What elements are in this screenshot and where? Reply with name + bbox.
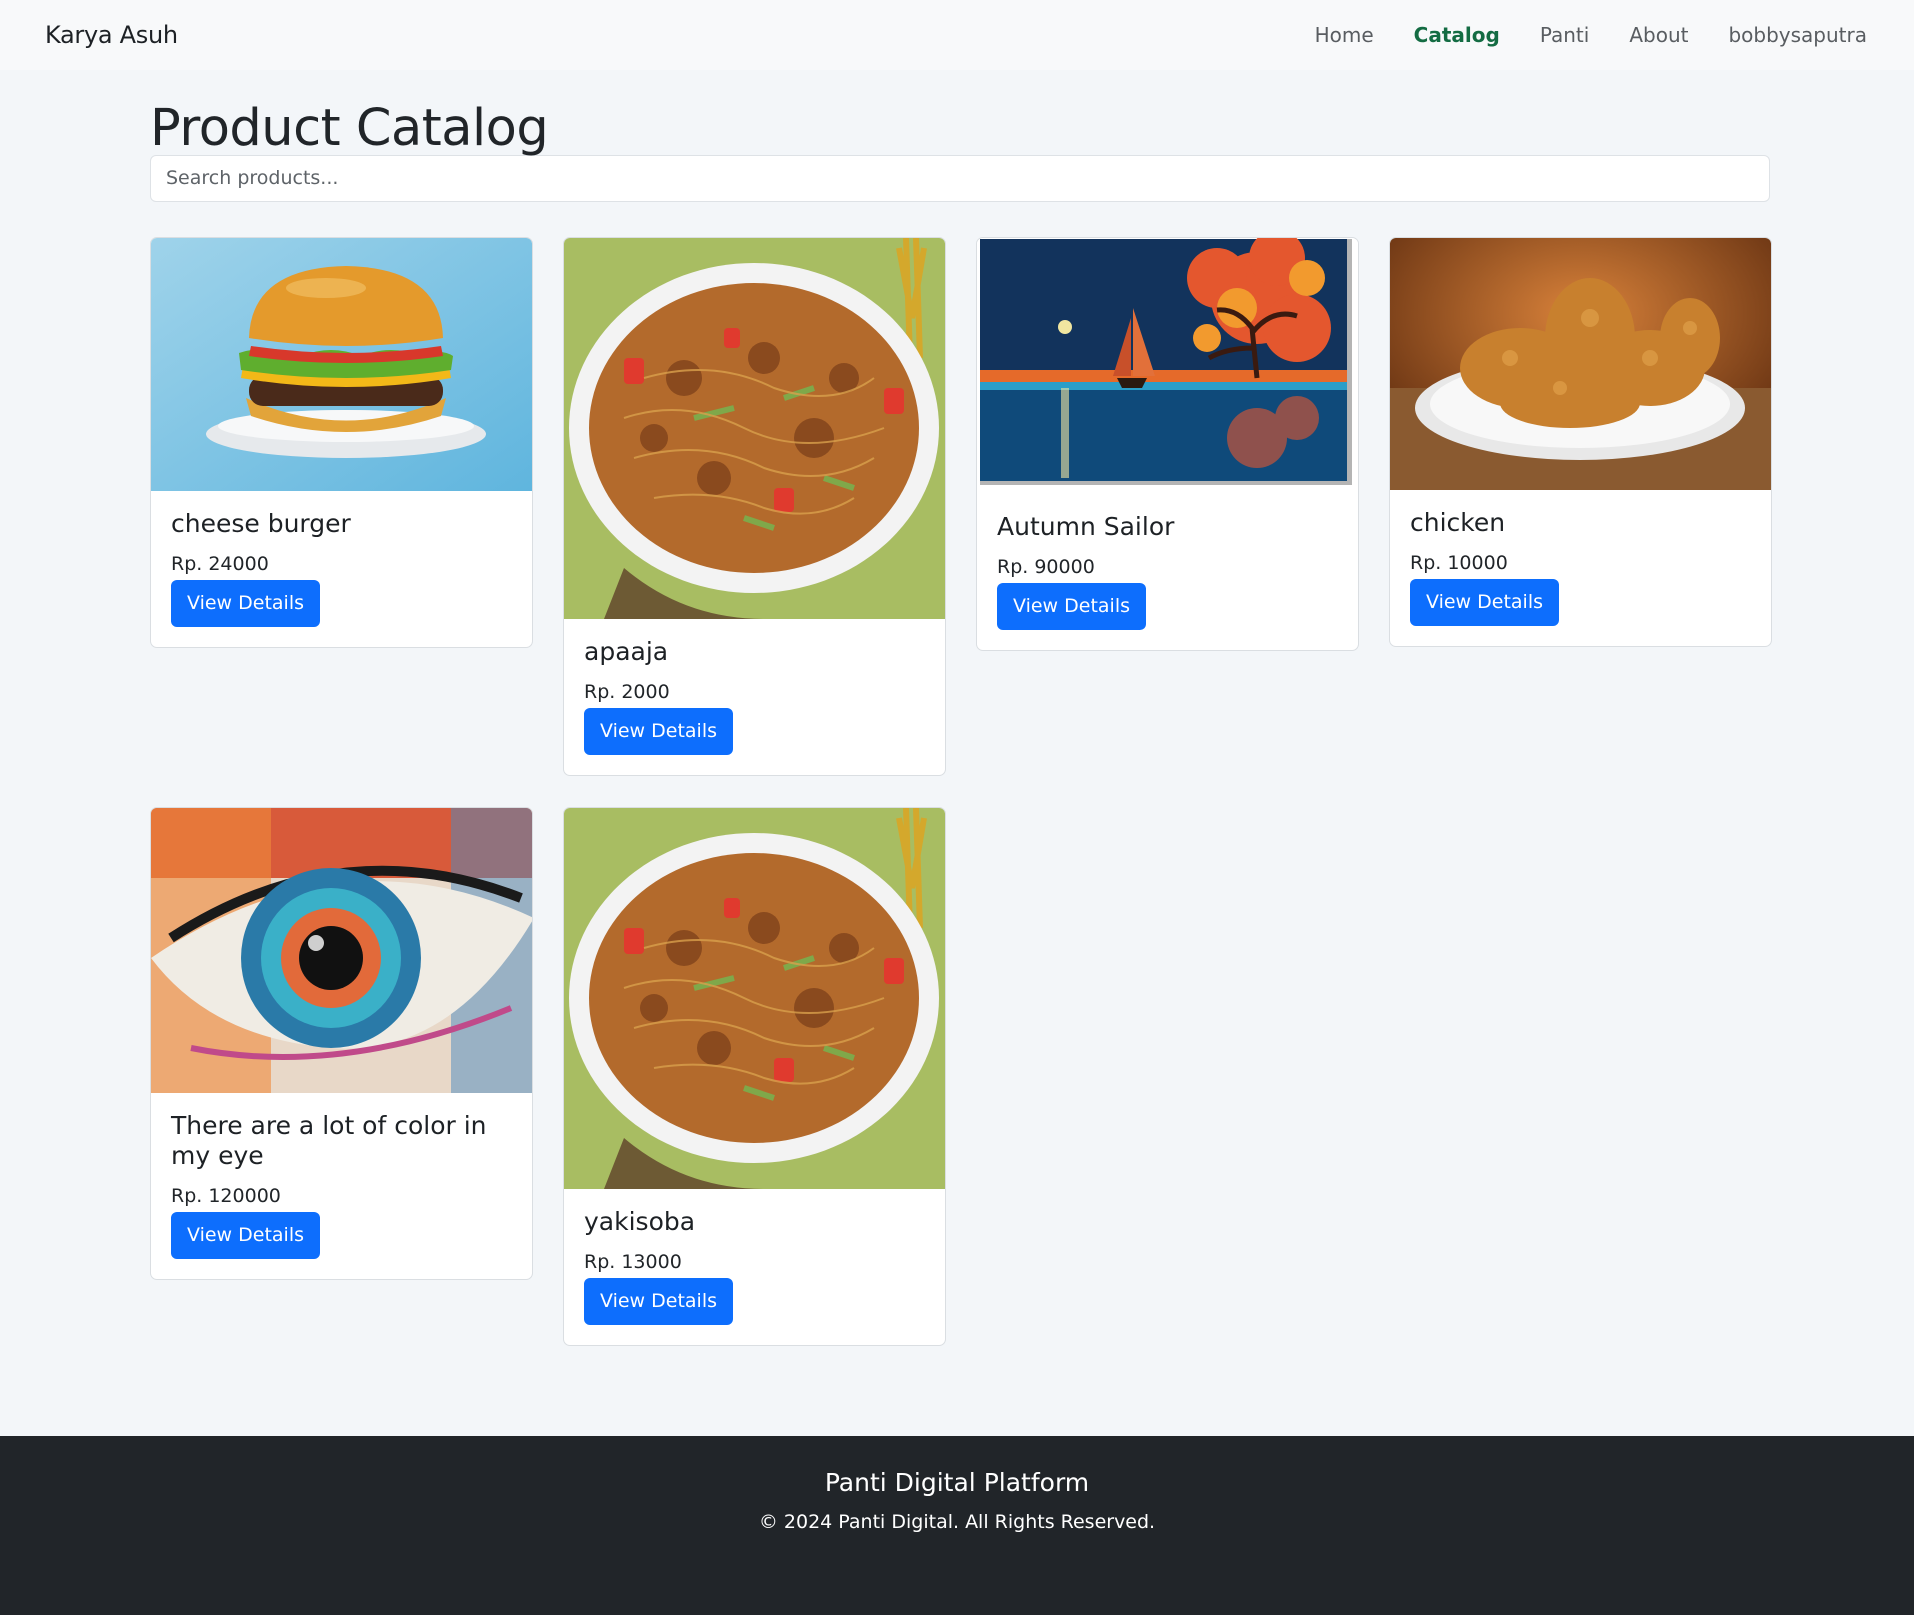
product-card: cheese burger Rp. 24000 View Details — [150, 237, 533, 648]
product-image-autumn-sailor — [977, 238, 1358, 494]
footer-copyright: © 2024 Panti Digital. All Rights Reserve… — [758, 1511, 1156, 1533]
product-card: There are a lot of color in my eye Rp. 1… — [150, 807, 533, 1280]
nav-about[interactable]: About — [1629, 23, 1688, 47]
nav-user-account[interactable]: bobbysaputra — [1728, 23, 1867, 47]
footer: Panti Digital Platform © 2024 Panti Digi… — [0, 1436, 1914, 1615]
card-body: cheese burger Rp. 24000 View Details — [151, 491, 532, 647]
product-name: apaaja — [584, 637, 669, 666]
product-name: There are a lot of color in my eye — [171, 1111, 487, 1170]
card-body: chicken Rp. 10000 View Details — [1390, 490, 1771, 646]
navbar: Karya Asuh Home Catalog Panti About bobb… — [0, 0, 1914, 70]
product-name: Autumn Sailor — [997, 512, 1175, 541]
card-body: Autumn Sailor Rp. 90000 View Details — [977, 494, 1358, 650]
card-body: apaaja Rp. 2000 View Details — [564, 619, 945, 775]
view-details-button[interactable]: View Details — [171, 1212, 320, 1259]
view-details-button[interactable]: View Details — [171, 580, 320, 627]
product-image-color-eye — [151, 808, 532, 1093]
product-image-chicken — [1390, 238, 1771, 490]
view-details-button[interactable]: View Details — [1410, 579, 1559, 626]
product-name: chicken — [1410, 508, 1506, 537]
product-price: Rp. 13000 — [584, 1251, 682, 1273]
nav-home[interactable]: Home — [1315, 23, 1374, 47]
product-name: yakisoba — [584, 1207, 696, 1236]
page-title: Product Catalog — [150, 99, 549, 158]
search-input[interactable] — [150, 154, 1770, 202]
product-card: Autumn Sailor Rp. 90000 View Details — [976, 237, 1359, 651]
main-content: Product Catalog — [150, 70, 1770, 202]
product-card: chicken Rp. 10000 View Details — [1389, 237, 1772, 647]
product-price: Rp. 2000 — [584, 681, 670, 703]
nav-catalog[interactable]: Catalog — [1414, 23, 1500, 47]
card-body: There are a lot of color in my eye Rp. 1… — [151, 1093, 532, 1279]
product-price: Rp. 10000 — [1410, 552, 1508, 574]
product-grid: cheese burger Rp. 24000 View Details apa… — [150, 237, 1772, 1347]
product-card: apaaja Rp. 2000 View Details — [563, 237, 946, 776]
brand-link[interactable]: Karya Asuh — [45, 21, 178, 49]
view-details-button[interactable]: View Details — [584, 708, 733, 755]
product-price: Rp. 120000 — [171, 1185, 281, 1207]
product-price: Rp. 90000 — [997, 556, 1095, 578]
view-details-button[interactable]: View Details — [584, 1278, 733, 1325]
product-card: yakisoba Rp. 13000 View Details — [563, 807, 946, 1346]
view-details-button[interactable]: View Details — [997, 583, 1146, 630]
footer-title: Panti Digital Platform — [824, 1468, 1090, 1497]
product-name: cheese burger — [171, 509, 351, 538]
product-image-yakisoba — [564, 808, 945, 1189]
nav-panti[interactable]: Panti — [1540, 23, 1590, 47]
product-image-cheese-burger — [151, 238, 532, 491]
nav-links: Home Catalog Panti About bobbysaputra — [1275, 23, 1867, 47]
card-body: yakisoba Rp. 13000 View Details — [564, 1189, 945, 1345]
product-price: Rp. 24000 — [171, 553, 269, 575]
product-image-apaaja — [564, 238, 945, 619]
